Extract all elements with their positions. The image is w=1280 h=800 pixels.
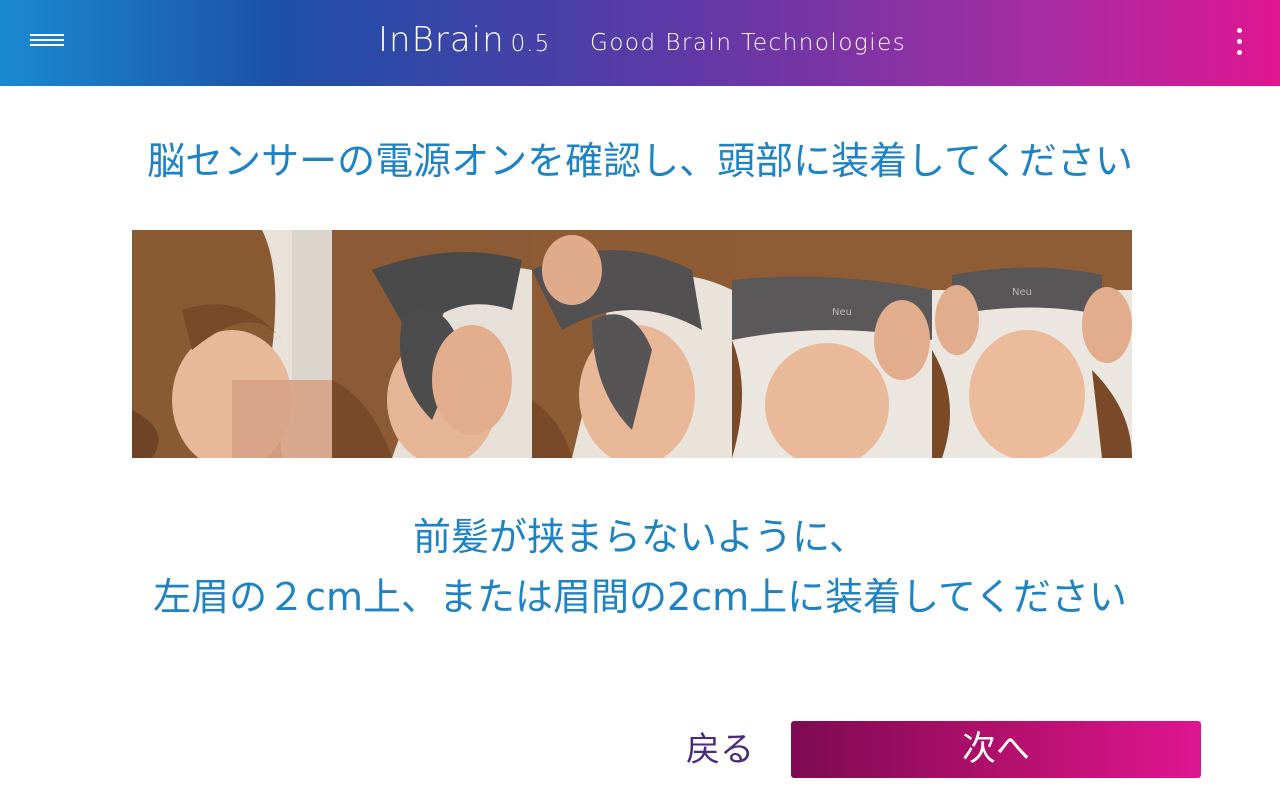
note-line-1: 前髪が挟まらないように、 (412, 515, 868, 559)
note-line-2: 左眉の２cm上、または眉間の2cm上に装着してください (153, 575, 1127, 619)
photo-step-5: Neu (932, 230, 1132, 458)
photo-strip: Neu Neu (132, 230, 1132, 458)
next-button[interactable]: 次へ (791, 721, 1201, 778)
company-name: Good Brain Technologies (590, 30, 907, 56)
band-text: Neu (832, 307, 852, 318)
more-vertical-icon[interactable] (1228, 26, 1250, 58)
photo-step-3 (532, 230, 732, 458)
photo-step-4: Neu (732, 230, 932, 458)
photo-step-1 (132, 230, 332, 458)
band-text: Neu (1012, 287, 1032, 298)
top-app-bar: InBrain 0.5 Good Brain Technologies (0, 0, 1280, 86)
photo-step-2 (332, 230, 532, 458)
back-button[interactable]: 戻る (670, 724, 770, 776)
app-title: InBrain 0.5 (378, 20, 550, 60)
hamburger-menu-icon[interactable] (30, 34, 64, 50)
app-version: 0.5 (510, 31, 551, 57)
app-name: InBrain (378, 20, 505, 60)
instruction-heading: 脳センサーの電源オンを確認し、頭部に装着してください (147, 139, 1133, 183)
